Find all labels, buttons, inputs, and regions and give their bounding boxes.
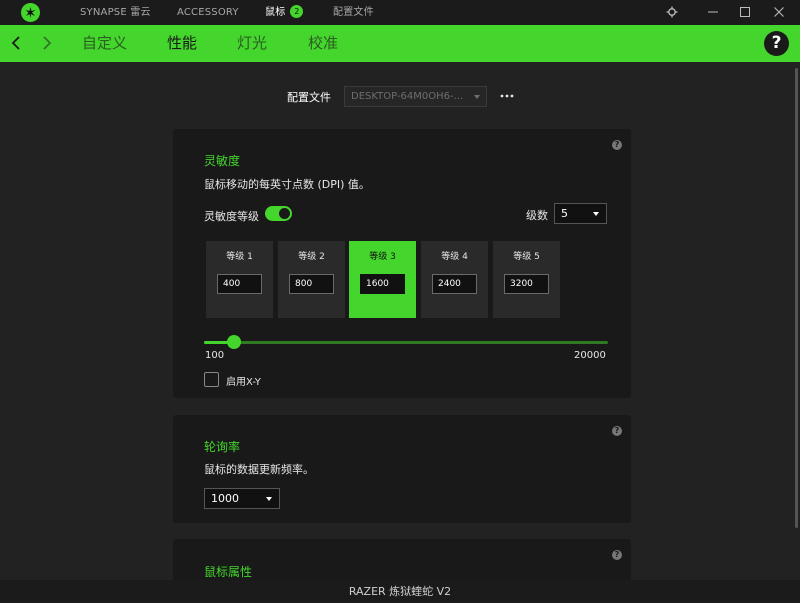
close-icon[interactable] — [767, 0, 791, 25]
razer-logo-icon — [21, 3, 40, 22]
stage-label: 等级 1 — [226, 252, 253, 262]
dpi-stage-4[interactable]: 等级 4 2400 — [421, 241, 488, 318]
stage-label: 等级 5 — [513, 252, 540, 262]
help-icon[interactable]: ? — [612, 426, 622, 436]
stage-label: 等级 4 — [441, 252, 468, 262]
dpi-slider[interactable] — [204, 335, 608, 349]
sensitivity-panel: ? 灵敏度 鼠标移动的每英寸点数 (DPI) 值。 灵敏度等级 级数 5 等级 … — [173, 129, 631, 398]
section-description: 鼠标移动的每英寸点数 (DPI) 值。 — [204, 178, 370, 191]
stages-toggle-label: 灵敏度等级 — [204, 210, 259, 223]
slider-thumb[interactable] — [227, 335, 242, 349]
dpi-input[interactable]: 800 — [289, 274, 334, 294]
dpi-stage-5[interactable]: 等级 5 3200 — [493, 241, 560, 318]
dpi-input[interactable]: 3200 — [504, 274, 549, 294]
chevron-down-icon — [266, 497, 272, 501]
slider-max-label: 20000 — [574, 350, 606, 361]
help-icon[interactable]: ? — [612, 140, 622, 150]
more-options-icon[interactable] — [499, 88, 515, 104]
device-name: RAZER 炼狱蝰蛇 V2 — [348, 585, 452, 598]
device-count-badge: 2 — [290, 5, 304, 18]
mouse-properties-panel: ? 鼠标属性 — [173, 539, 631, 580]
chevron-down-icon — [474, 95, 480, 99]
dpi-input[interactable]: 2400 — [432, 274, 477, 294]
scrollbar[interactable] — [795, 62, 799, 580]
tab-profiles[interactable]: 配置文件 — [333, 0, 374, 25]
tab-mouse[interactable]: 鼠标 2 — [265, 0, 304, 25]
section-description: 鼠标的数据更新频率。 — [204, 463, 314, 476]
minimize-icon[interactable] — [701, 0, 725, 25]
gear-icon[interactable] — [660, 0, 684, 25]
dpi-stage-1[interactable]: 等级 1 400 — [206, 241, 273, 318]
back-arrow-icon[interactable] — [7, 33, 27, 53]
stage-label: 等级 2 — [298, 252, 325, 262]
dpi-input[interactable]: 400 — [217, 274, 262, 294]
help-icon[interactable]: ? — [612, 550, 622, 560]
dpi-stage-2[interactable]: 等级 2 800 — [278, 241, 345, 318]
forward-arrow-icon[interactable] — [36, 33, 56, 53]
profile-label: 配置文件 — [287, 91, 331, 104]
tab-calibration[interactable]: 校准 — [308, 25, 338, 62]
sub-nav-bar: 自定义 性能 灯光 校准 ? — [0, 25, 800, 62]
tab-accessory[interactable]: ACCESSORY — [177, 0, 239, 25]
section-title: 轮询率 — [204, 440, 241, 454]
xy-checkbox-label: 启用X-Y — [226, 377, 261, 388]
device-bar: RAZER 炼狱蝰蛇 V2 — [0, 580, 800, 603]
profile-dropdown[interactable]: DESKTOP-64M0OH6-... — [344, 86, 487, 107]
slider-min-label: 100 — [205, 350, 225, 361]
tab-lighting[interactable]: 灯光 — [237, 25, 267, 62]
levels-dropdown[interactable]: 5 — [554, 203, 607, 224]
polling-rate-dropdown[interactable]: 1000 — [204, 488, 280, 509]
scrollbar-thumb[interactable] — [795, 68, 798, 528]
toggle-knob — [279, 208, 290, 219]
dpi-input[interactable]: 1600 — [360, 274, 405, 294]
polling-rate-panel: ? 轮询率 鼠标的数据更新频率。 1000 — [173, 415, 631, 523]
stages-toggle[interactable] — [265, 206, 292, 221]
stage-label: 等级 3 — [369, 252, 396, 262]
tab-synapse[interactable]: SYNAPSE 雷云 — [80, 0, 151, 25]
dpi-stage-3[interactable]: 等级 3 1600 — [349, 241, 416, 318]
xy-checkbox[interactable] — [204, 372, 219, 387]
title-bar: SYNAPSE 雷云 ACCESSORY 鼠标 2 配置文件 — [0, 0, 800, 25]
help-button[interactable]: ? — [764, 31, 789, 56]
section-title: 鼠标属性 — [204, 565, 253, 579]
tab-performance[interactable]: 性能 — [167, 25, 197, 62]
chevron-down-icon — [593, 212, 599, 216]
levels-label: 级数 — [526, 209, 548, 222]
tab-customize[interactable]: 自定义 — [82, 25, 127, 62]
section-title: 灵敏度 — [204, 154, 241, 168]
maximize-icon[interactable] — [733, 0, 757, 25]
